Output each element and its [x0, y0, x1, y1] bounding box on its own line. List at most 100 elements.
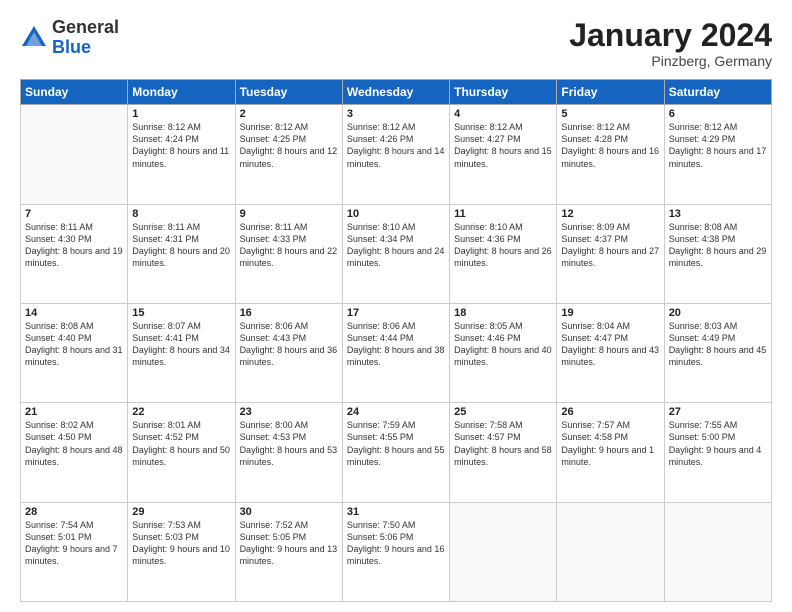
day-number: 25 — [454, 406, 552, 418]
day-number: 7 — [25, 208, 123, 220]
day-cell: 7 Sunrise: 8:11 AMSunset: 4:30 PMDayligh… — [21, 204, 128, 303]
day-info: Sunrise: 8:12 AMSunset: 4:25 PMDaylight:… — [240, 122, 338, 168]
header: General Blue January 2024 Pinzberg, Germ… — [20, 18, 772, 69]
day-info: Sunrise: 7:53 AMSunset: 5:03 PMDaylight:… — [132, 520, 230, 566]
day-cell: 21 Sunrise: 8:02 AMSunset: 4:50 PMDaylig… — [21, 403, 128, 502]
col-header-monday: Monday — [128, 80, 235, 105]
day-info: Sunrise: 8:01 AMSunset: 4:52 PMDaylight:… — [132, 420, 230, 466]
day-cell: 24 Sunrise: 7:59 AMSunset: 4:55 PMDaylig… — [342, 403, 449, 502]
day-cell: 30 Sunrise: 7:52 AMSunset: 5:05 PMDaylig… — [235, 502, 342, 601]
day-number: 1 — [132, 108, 230, 120]
day-number: 20 — [669, 307, 767, 319]
week-row-2: 7 Sunrise: 8:11 AMSunset: 4:30 PMDayligh… — [21, 204, 772, 303]
week-row-5: 28 Sunrise: 7:54 AMSunset: 5:01 PMDaylig… — [21, 502, 772, 601]
day-info: Sunrise: 8:12 AMSunset: 4:26 PMDaylight:… — [347, 122, 445, 168]
day-info: Sunrise: 7:58 AMSunset: 4:57 PMDaylight:… — [454, 420, 552, 466]
day-number: 30 — [240, 506, 338, 518]
logo-icon — [20, 24, 48, 52]
day-cell — [557, 502, 664, 601]
logo-text: General Blue — [52, 18, 119, 58]
day-cell: 10 Sunrise: 8:10 AMSunset: 4:34 PMDaylig… — [342, 204, 449, 303]
day-info: Sunrise: 8:12 AMSunset: 4:24 PMDaylight:… — [132, 122, 229, 168]
logo-blue: Blue — [52, 37, 91, 57]
day-info: Sunrise: 7:50 AMSunset: 5:06 PMDaylight:… — [347, 520, 445, 566]
day-info: Sunrise: 7:59 AMSunset: 4:55 PMDaylight:… — [347, 420, 445, 466]
day-number: 9 — [240, 208, 338, 220]
day-info: Sunrise: 8:03 AMSunset: 4:49 PMDaylight:… — [669, 321, 767, 367]
day-number: 21 — [25, 406, 123, 418]
day-number: 19 — [561, 307, 659, 319]
header-row: SundayMondayTuesdayWednesdayThursdayFrid… — [21, 80, 772, 105]
day-number: 18 — [454, 307, 552, 319]
day-info: Sunrise: 8:09 AMSunset: 4:37 PMDaylight:… — [561, 222, 659, 268]
day-number: 6 — [669, 108, 767, 120]
day-number: 5 — [561, 108, 659, 120]
col-header-wednesday: Wednesday — [342, 80, 449, 105]
day-number: 2 — [240, 108, 338, 120]
day-cell: 3 Sunrise: 8:12 AMSunset: 4:26 PMDayligh… — [342, 105, 449, 204]
day-number: 14 — [25, 307, 123, 319]
day-cell: 16 Sunrise: 8:06 AMSunset: 4:43 PMDaylig… — [235, 303, 342, 402]
calendar-title: January 2024 — [569, 18, 772, 53]
day-number: 12 — [561, 208, 659, 220]
day-info: Sunrise: 8:10 AMSunset: 4:36 PMDaylight:… — [454, 222, 552, 268]
col-header-tuesday: Tuesday — [235, 80, 342, 105]
week-row-1: 1 Sunrise: 8:12 AMSunset: 4:24 PMDayligh… — [21, 105, 772, 204]
day-info: Sunrise: 8:11 AMSunset: 4:31 PMDaylight:… — [132, 222, 230, 268]
day-cell: 26 Sunrise: 7:57 AMSunset: 4:58 PMDaylig… — [557, 403, 664, 502]
calendar-table: SundayMondayTuesdayWednesdayThursdayFrid… — [20, 79, 772, 602]
day-number: 22 — [132, 406, 230, 418]
day-cell: 4 Sunrise: 8:12 AMSunset: 4:27 PMDayligh… — [450, 105, 557, 204]
day-cell — [450, 502, 557, 601]
logo-general: General — [52, 17, 119, 37]
day-cell: 15 Sunrise: 8:07 AMSunset: 4:41 PMDaylig… — [128, 303, 235, 402]
day-info: Sunrise: 7:57 AMSunset: 4:58 PMDaylight:… — [561, 420, 654, 466]
day-cell: 25 Sunrise: 7:58 AMSunset: 4:57 PMDaylig… — [450, 403, 557, 502]
col-header-saturday: Saturday — [664, 80, 771, 105]
day-info: Sunrise: 8:10 AMSunset: 4:34 PMDaylight:… — [347, 222, 445, 268]
day-info: Sunrise: 7:54 AMSunset: 5:01 PMDaylight:… — [25, 520, 118, 566]
logo: General Blue — [20, 18, 119, 58]
day-cell: 31 Sunrise: 7:50 AMSunset: 5:06 PMDaylig… — [342, 502, 449, 601]
day-number: 31 — [347, 506, 445, 518]
day-number: 4 — [454, 108, 552, 120]
col-header-sunday: Sunday — [21, 80, 128, 105]
day-number: 16 — [240, 307, 338, 319]
day-info: Sunrise: 8:11 AMSunset: 4:30 PMDaylight:… — [25, 222, 123, 268]
week-row-3: 14 Sunrise: 8:08 AMSunset: 4:40 PMDaylig… — [21, 303, 772, 402]
day-number: 27 — [669, 406, 767, 418]
day-cell: 18 Sunrise: 8:05 AMSunset: 4:46 PMDaylig… — [450, 303, 557, 402]
day-number: 8 — [132, 208, 230, 220]
day-cell: 8 Sunrise: 8:11 AMSunset: 4:31 PMDayligh… — [128, 204, 235, 303]
day-cell: 17 Sunrise: 8:06 AMSunset: 4:44 PMDaylig… — [342, 303, 449, 402]
day-cell: 23 Sunrise: 8:00 AMSunset: 4:53 PMDaylig… — [235, 403, 342, 502]
col-header-thursday: Thursday — [450, 80, 557, 105]
day-cell: 29 Sunrise: 7:53 AMSunset: 5:03 PMDaylig… — [128, 502, 235, 601]
day-info: Sunrise: 8:05 AMSunset: 4:46 PMDaylight:… — [454, 321, 552, 367]
day-number: 13 — [669, 208, 767, 220]
day-info: Sunrise: 8:12 AMSunset: 4:27 PMDaylight:… — [454, 122, 552, 168]
day-number: 17 — [347, 307, 445, 319]
day-cell: 1 Sunrise: 8:12 AMSunset: 4:24 PMDayligh… — [128, 105, 235, 204]
day-info: Sunrise: 8:04 AMSunset: 4:47 PMDaylight:… — [561, 321, 659, 367]
day-number: 11 — [454, 208, 552, 220]
day-cell: 9 Sunrise: 8:11 AMSunset: 4:33 PMDayligh… — [235, 204, 342, 303]
day-cell: 14 Sunrise: 8:08 AMSunset: 4:40 PMDaylig… — [21, 303, 128, 402]
day-info: Sunrise: 8:06 AMSunset: 4:44 PMDaylight:… — [347, 321, 445, 367]
day-cell: 2 Sunrise: 8:12 AMSunset: 4:25 PMDayligh… — [235, 105, 342, 204]
day-info: Sunrise: 8:00 AMSunset: 4:53 PMDaylight:… — [240, 420, 338, 466]
week-row-4: 21 Sunrise: 8:02 AMSunset: 4:50 PMDaylig… — [21, 403, 772, 502]
page: General Blue January 2024 Pinzberg, Germ… — [0, 0, 792, 612]
day-cell: 28 Sunrise: 7:54 AMSunset: 5:01 PMDaylig… — [21, 502, 128, 601]
day-info: Sunrise: 8:06 AMSunset: 4:43 PMDaylight:… — [240, 321, 338, 367]
day-cell: 22 Sunrise: 8:01 AMSunset: 4:52 PMDaylig… — [128, 403, 235, 502]
day-cell: 11 Sunrise: 8:10 AMSunset: 4:36 PMDaylig… — [450, 204, 557, 303]
title-block: January 2024 Pinzberg, Germany — [569, 18, 772, 69]
day-number: 28 — [25, 506, 123, 518]
day-info: Sunrise: 8:07 AMSunset: 4:41 PMDaylight:… — [132, 321, 230, 367]
day-number: 10 — [347, 208, 445, 220]
calendar-subtitle: Pinzberg, Germany — [569, 53, 772, 69]
day-cell: 12 Sunrise: 8:09 AMSunset: 4:37 PMDaylig… — [557, 204, 664, 303]
day-cell: 20 Sunrise: 8:03 AMSunset: 4:49 PMDaylig… — [664, 303, 771, 402]
day-cell: 13 Sunrise: 8:08 AMSunset: 4:38 PMDaylig… — [664, 204, 771, 303]
